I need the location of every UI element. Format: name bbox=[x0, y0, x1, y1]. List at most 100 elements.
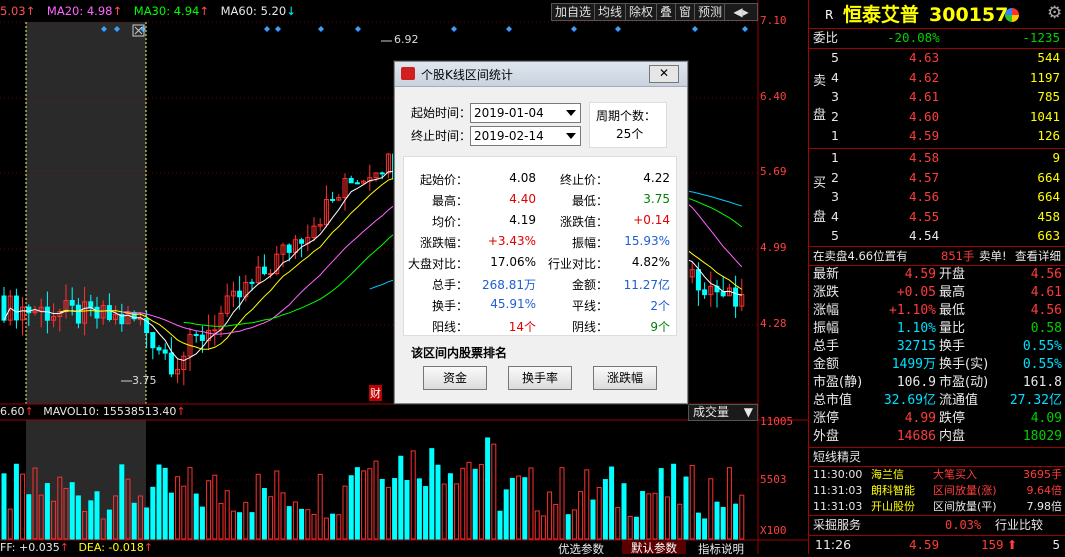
rank-by-change-button[interactable]: 涨跌幅 bbox=[593, 366, 657, 390]
add-watchlist-button[interactable]: 加自选 bbox=[551, 3, 596, 21]
tab-indicator-help[interactable]: 指标说明 bbox=[698, 541, 744, 557]
level-vol: 544 bbox=[1037, 50, 1060, 65]
event-markers bbox=[101, 26, 748, 32]
volume-bar bbox=[131, 502, 137, 540]
industry-compare-link[interactable]: 行业比较 bbox=[995, 516, 1043, 534]
overlay-button[interactable]: 叠 bbox=[656, 3, 677, 21]
volume-bar bbox=[280, 492, 286, 540]
quote-value: 0.55% bbox=[1022, 339, 1062, 354]
elf-item[interactable]: 11:31:03 朗科智能 区间放量(涨) 9.64倍 bbox=[809, 483, 1065, 499]
volume-bar bbox=[689, 464, 695, 540]
chevron-down-icon bbox=[566, 110, 576, 116]
volume-bar bbox=[292, 501, 298, 540]
stock-name: 恒泰艾普 bbox=[843, 4, 920, 26]
volume-bar bbox=[379, 478, 385, 540]
quote-label: 振幅 bbox=[813, 321, 840, 336]
level-price: 4.58 bbox=[909, 150, 940, 165]
volume-bar bbox=[230, 510, 236, 540]
volume-bar bbox=[261, 488, 267, 540]
forecast-button[interactable]: 预测 bbox=[694, 3, 727, 21]
volume-bar bbox=[7, 508, 13, 540]
volume-bar bbox=[13, 463, 19, 540]
stock-header: R 恒泰艾普 300157 ⚙ bbox=[809, 4, 1065, 26]
elf-stock: 开山股份 bbox=[871, 500, 915, 513]
menu-arrow-icon[interactable]: ◀▸ bbox=[724, 3, 758, 21]
stat-value: 45.91% bbox=[490, 297, 536, 311]
detail-link[interactable]: 查看详细 bbox=[1015, 247, 1061, 265]
close-icon[interactable]: ✕ bbox=[649, 65, 679, 83]
volume-bar bbox=[323, 517, 329, 540]
volume-bar bbox=[596, 487, 602, 540]
level-price: 4.54 bbox=[909, 228, 940, 243]
indicator-select[interactable]: 成交量 ▼ bbox=[688, 404, 758, 421]
stat-value: 4.40 bbox=[509, 192, 536, 206]
dialog-titlebar[interactable]: 个股K线区间统计 ✕ bbox=[395, 62, 687, 87]
rank-by-fund-button[interactable]: 资金 bbox=[423, 366, 487, 390]
quote-label: 市盈(静) bbox=[813, 375, 863, 390]
elf-value: 7.98倍 bbox=[1026, 500, 1063, 513]
buy-side-label: 盘 bbox=[813, 210, 827, 225]
elf-item[interactable]: 11:30:00 海兰信 大笔买入 3695手 bbox=[809, 467, 1065, 483]
sell-level-row[interactable]: 5 4.63 544 bbox=[809, 49, 1065, 67]
sell-level-row[interactable]: 4 4.62 1197 bbox=[809, 69, 1065, 87]
elf-item[interactable]: 11:31:03 开山股份 区间放量(平) 7.98倍 bbox=[809, 499, 1065, 515]
quote-value: 4.99 bbox=[904, 411, 936, 426]
event-diamond bbox=[275, 26, 281, 32]
volume-bar bbox=[491, 443, 497, 540]
end-date-select[interactable]: 2019-02-14 bbox=[470, 126, 581, 146]
buy-side-label: 买 bbox=[813, 176, 827, 191]
quote-row: 涨幅 +1.10% 最低 4.56 bbox=[809, 302, 1065, 320]
stat-value: 15.93% bbox=[624, 234, 670, 248]
candle-body bbox=[379, 172, 385, 175]
quote-value: 0.58 bbox=[1030, 321, 1062, 336]
volume-bar bbox=[212, 474, 218, 540]
candle-body bbox=[88, 301, 94, 308]
industry-label[interactable]: 采掘服务 bbox=[813, 516, 861, 534]
sell-level-row[interactable]: 2 4.60 1041 bbox=[809, 108, 1065, 126]
ma-button[interactable]: 均线 bbox=[594, 3, 627, 21]
volume-bar bbox=[503, 489, 509, 540]
candle-body bbox=[106, 305, 112, 320]
volume-bar bbox=[181, 485, 187, 540]
start-date-select[interactable]: 2019-01-04 bbox=[470, 103, 581, 123]
ma20-value: MA20: 4.98 bbox=[46, 4, 113, 18]
rank-by-turnover-button[interactable]: 换手率 bbox=[508, 366, 572, 390]
level-num: 4 bbox=[831, 69, 839, 85]
window-button[interactable]: 窗 bbox=[675, 3, 696, 21]
elf-event: 区间放量(涨) bbox=[933, 484, 997, 497]
range-stats-dialog[interactable]: 个股K线区间统计 ✕ 起始时间： 2019-01-04 终止时间： 2019-0… bbox=[394, 61, 688, 404]
event-diamond bbox=[451, 26, 457, 32]
financial-report-marker[interactable]: 财 bbox=[369, 385, 382, 401]
buy-level-row[interactable]: 3 4.56 664 bbox=[809, 188, 1065, 206]
stat-value: 17.06% bbox=[490, 255, 536, 269]
candle-body bbox=[702, 289, 708, 296]
exright-button[interactable]: 除权 bbox=[625, 3, 658, 21]
candle-body bbox=[150, 332, 156, 349]
elf-stock: 海兰信 bbox=[871, 468, 904, 481]
level-num: 5 bbox=[831, 228, 839, 243]
volume-bar bbox=[373, 460, 379, 540]
sell-level-row[interactable]: 1 4.59 126 bbox=[809, 127, 1065, 145]
quote-value: +1.10% bbox=[889, 303, 936, 318]
tab-preferred-params[interactable]: 优选参数 bbox=[558, 541, 604, 557]
tab-default-params[interactable]: 默认参数 bbox=[622, 540, 686, 555]
low-price-label: 3.75 bbox=[132, 374, 157, 387]
buy-level-row[interactable]: 1 4.58 9 bbox=[809, 149, 1065, 167]
high-price-label: 6.92 bbox=[394, 33, 419, 46]
volume-bar bbox=[627, 515, 633, 540]
stat-label: 涨跌值： bbox=[559, 215, 608, 229]
elf-value: 9.64倍 bbox=[1026, 484, 1063, 497]
buy-level-row[interactable]: 2 4.57 664 bbox=[809, 169, 1065, 187]
gear-icon[interactable]: ⚙ bbox=[1047, 4, 1062, 22]
volume-bar bbox=[528, 467, 534, 540]
quote-label: 市盈(动) bbox=[939, 375, 989, 390]
price-tick: 5.69 bbox=[760, 165, 787, 178]
app-logo-icon bbox=[401, 67, 415, 80]
volume-bar bbox=[305, 509, 311, 540]
volume-bar bbox=[633, 516, 639, 540]
buy-level-row[interactable]: 5 4.54 663 bbox=[809, 227, 1065, 245]
color-ball-icon[interactable] bbox=[1005, 8, 1019, 22]
quote-label: 开盘 bbox=[939, 267, 966, 282]
buy-level-row[interactable]: 4 4.55 458 bbox=[809, 208, 1065, 226]
sell-level-row[interactable]: 3 4.61 785 bbox=[809, 88, 1065, 106]
